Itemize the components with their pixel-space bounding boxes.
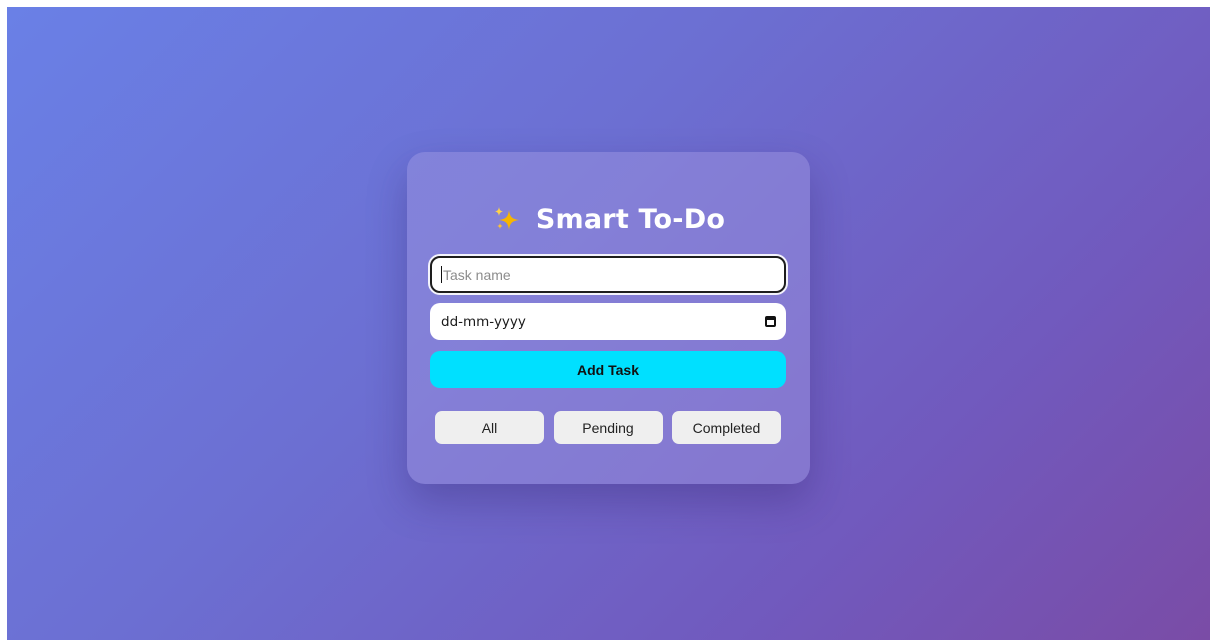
due-date-input[interactable]: dd-mm-yyyy bbox=[430, 303, 786, 340]
todo-card: Smart To-Do Task name dd-mm-yyyy Add Tas… bbox=[407, 152, 810, 484]
app-background: Smart To-Do Task name dd-mm-yyyy Add Tas… bbox=[7, 7, 1210, 640]
calendar-icon[interactable] bbox=[765, 316, 776, 327]
header: Smart To-Do bbox=[407, 199, 810, 239]
text-caret bbox=[441, 266, 442, 283]
filter-pending-button[interactable]: Pending bbox=[553, 411, 663, 444]
filter-all-button[interactable]: All bbox=[435, 411, 544, 444]
due-date-placeholder: dd-mm-yyyy bbox=[441, 313, 526, 330]
filter-completed-button[interactable]: Completed bbox=[672, 411, 781, 444]
task-name-input[interactable]: Task name bbox=[430, 256, 786, 293]
add-task-button[interactable]: Add Task bbox=[430, 351, 786, 388]
filter-bar: All Pending Completed bbox=[435, 411, 781, 444]
task-name-placeholder: Task name bbox=[443, 266, 511, 283]
sparkles-icon bbox=[494, 207, 519, 230]
page-title: Smart To-Do bbox=[535, 203, 726, 235]
